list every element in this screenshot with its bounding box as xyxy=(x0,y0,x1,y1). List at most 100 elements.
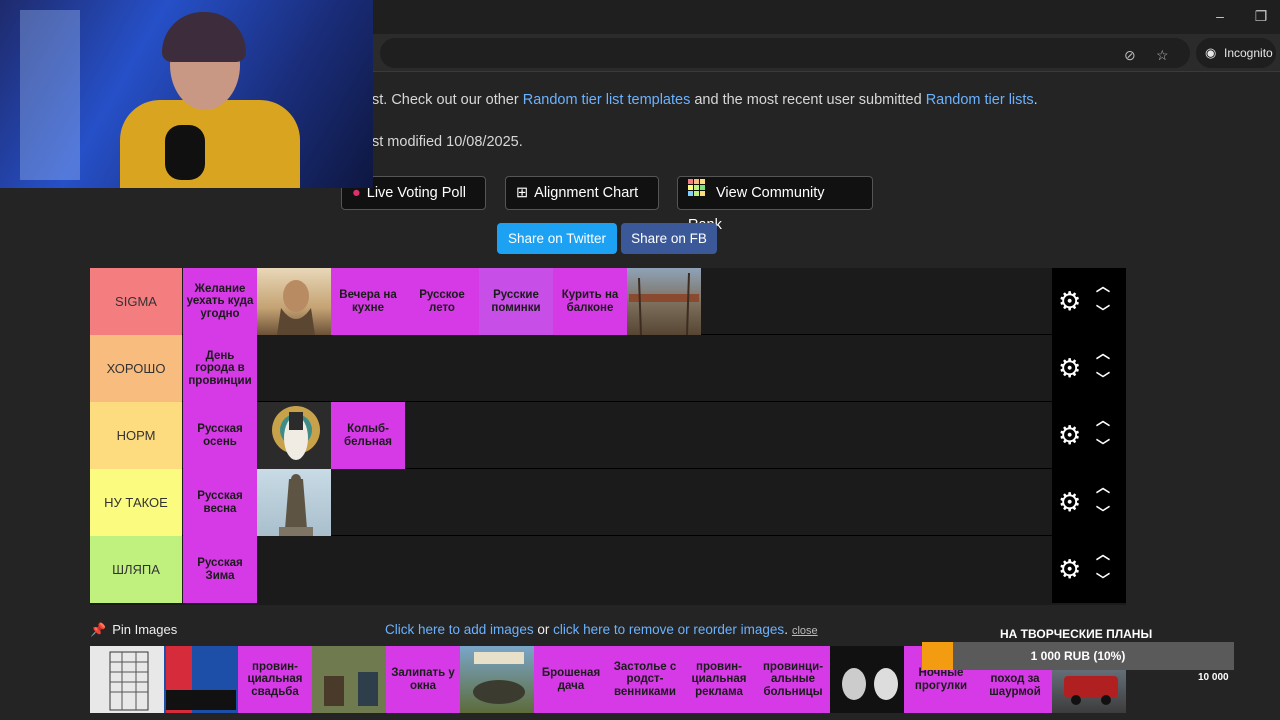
cam-light xyxy=(20,10,80,180)
gear-icon[interactable]: ⚙ xyxy=(1058,556,1084,582)
tier-row-nu-takoe: НУ ТАКОЕ Русская весна ⚙ ︿ ﹀ xyxy=(90,469,1126,536)
tier-item[interactable]: Русские поминки xyxy=(479,268,553,335)
tier-controls: ⚙ ︿ ﹀ xyxy=(1052,402,1126,469)
tier-items: Русская осень Колыб-бельная xyxy=(183,402,405,469)
screen: – ❐ ⊘ ☆ ◉ Incognito st. Check out our ot… xyxy=(0,0,1280,720)
tier-item[interactable]: Вечера на кухне xyxy=(331,268,405,335)
pin-images-toggle[interactable]: 📌 Pin Images xyxy=(90,622,177,638)
tier-list: SIGMA Желание уехать куда угодно Вечера … xyxy=(90,268,1126,605)
donation-amount: 1 000 RUB (10%) xyxy=(1030,649,1126,663)
tier-row-horosho: ХОРОШО День города в провинции ⚙ ︿ ﹀ xyxy=(90,335,1126,402)
tier-label[interactable]: НУ ТАКОЕ xyxy=(90,469,182,536)
webcam-overlay xyxy=(0,0,373,188)
button-label: Live Voting Poll xyxy=(366,185,466,201)
tier-row-sigma: SIGMA Желание уехать куда угодно Вечера … xyxy=(90,268,1126,335)
tier-label[interactable]: ШЛЯПА xyxy=(90,536,182,603)
gear-icon[interactable]: ⚙ xyxy=(1058,355,1084,381)
tier-item[interactable]: Желание уехать куда угодно xyxy=(183,268,257,335)
tier-label[interactable]: НОРМ xyxy=(90,402,182,469)
gear-icon[interactable]: ⚙ xyxy=(1058,422,1084,448)
tier-row-norm: НОРМ Русская осень Колыб-бельная ⚙ ︿ ﹀ xyxy=(90,402,1126,469)
tier-item[interactable]: Русская Зима xyxy=(183,536,257,603)
tier-item[interactable]: Колыб-бельная xyxy=(331,402,405,469)
cam-hair xyxy=(162,12,246,62)
chevron-down-icon[interactable]: ﹀ xyxy=(1096,436,1110,456)
pool-item[interactable]: Залипать у окна xyxy=(386,646,460,713)
close-link[interactable]: close xyxy=(792,625,818,637)
alignment-chart-button[interactable]: ⊞ Alignment Chart xyxy=(505,176,659,210)
incognito-badge[interactable]: ◉ Incognito xyxy=(1196,38,1276,68)
portrait-image[interactable] xyxy=(257,268,331,335)
chevron-down-icon[interactable]: ﹀ xyxy=(1096,503,1110,523)
tier-controls: ⚙ ︿ ﹀ xyxy=(1052,268,1126,335)
share-twitter-button[interactable]: Share on Twitter xyxy=(497,223,617,254)
chevron-down-icon[interactable]: ﹀ xyxy=(1096,302,1110,322)
tier-item[interactable]: Русская весна xyxy=(183,469,257,536)
add-images-link[interactable]: Click here to add images xyxy=(385,622,534,637)
tier-items: Желание уехать куда угодно Вечера на кух… xyxy=(183,268,701,335)
chevron-up-icon[interactable]: ︿ xyxy=(1096,477,1110,497)
tier-items: Русская Зима xyxy=(183,536,257,603)
remove-reorder-link[interactable]: click here to remove or reorder images xyxy=(553,622,784,637)
tier-label[interactable]: ХОРОШО xyxy=(90,335,182,402)
cam-shirt xyxy=(120,100,300,188)
donation-goal: 10 000 xyxy=(1198,672,1229,683)
period-text: . xyxy=(784,622,788,637)
pool-item[interactable]: Брошеная дача xyxy=(534,646,608,713)
pool-item[interactable]: провин-циальная свадьба xyxy=(238,646,312,713)
tier-controls: ⚙ ︿ ﹀ xyxy=(1052,536,1126,603)
chevron-up-icon[interactable]: ︿ xyxy=(1096,276,1110,296)
pool-item[interactable]: провинци-альные больницы xyxy=(756,646,830,713)
art-image[interactable] xyxy=(257,402,331,469)
templates-link[interactable]: Random tier list templates xyxy=(523,92,691,108)
rank-grid-icon xyxy=(688,177,710,209)
or-text: or xyxy=(533,622,554,637)
landscape-image[interactable] xyxy=(627,268,701,335)
pool-item[interactable]: Застолье с родст-венниками xyxy=(608,646,682,713)
donation-progress-bar: 1 000 RUB (10%) xyxy=(922,642,1234,670)
incognito-label: Incognito xyxy=(1224,46,1273,60)
chevron-down-icon[interactable]: ﹀ xyxy=(1096,369,1110,389)
pool-image-building[interactable] xyxy=(90,646,164,713)
pool-item[interactable]: провин-циальная реклама xyxy=(682,646,756,713)
pool-image-dorm[interactable] xyxy=(164,646,238,713)
pool-image-poster[interactable] xyxy=(460,646,534,713)
description-line-2: st modified 10/08/2025. xyxy=(372,134,523,150)
desc-text: and the most recent user submitted xyxy=(690,92,926,108)
chevron-down-icon[interactable]: ﹀ xyxy=(1096,570,1110,590)
chevron-up-icon[interactable]: ︿ xyxy=(1096,410,1110,430)
tier-label[interactable]: SIGMA xyxy=(90,268,182,335)
tier-controls: ⚙ ︿ ﹀ xyxy=(1052,469,1126,536)
restore-icon[interactable]: ❐ xyxy=(1251,8,1271,26)
bookmark-star-icon[interactable]: ☆ xyxy=(1156,47,1169,64)
tier-items: Русская весна xyxy=(183,469,331,536)
chevron-up-icon[interactable]: ︿ xyxy=(1096,343,1110,363)
donation-title: НА ТВОРЧЕСКИЕ ПЛАНЫ xyxy=(1000,627,1153,641)
description-line-1: st. Check out our other Random tier list… xyxy=(372,92,1038,108)
view-community-rank-button[interactable]: View Community Rank xyxy=(677,176,873,233)
image-actions: Click here to add images or click here t… xyxy=(385,622,818,637)
tier-item[interactable]: Русское лето xyxy=(405,268,479,335)
address-bar[interactable]: ⊘ ☆ xyxy=(380,38,1190,68)
tier-controls: ⚙ ︿ ﹀ xyxy=(1052,335,1126,402)
microphone-icon xyxy=(165,125,205,180)
tier-item[interactable]: День города в провинции xyxy=(183,335,257,402)
gear-icon[interactable]: ⚙ xyxy=(1058,288,1084,314)
grid-icon: ⊞ xyxy=(516,185,529,202)
tier-item[interactable]: Русская осень xyxy=(183,402,257,469)
user-lists-link[interactable]: Random tier lists xyxy=(926,92,1034,108)
minimize-icon[interactable]: – xyxy=(1210,8,1230,26)
share-fb-button[interactable]: Share on FB xyxy=(621,223,717,254)
pin-label: Pin Images xyxy=(112,622,178,637)
pool-image-faces[interactable] xyxy=(830,646,904,713)
tier-items: День города в провинции xyxy=(183,335,257,402)
pool-image-room[interactable] xyxy=(312,646,386,713)
gear-icon[interactable]: ⚙ xyxy=(1058,489,1084,515)
statue-image[interactable] xyxy=(257,469,331,536)
incognito-icon: ◉ xyxy=(1205,45,1217,60)
chevron-up-icon[interactable]: ︿ xyxy=(1096,544,1110,564)
pin-icon: 📌 xyxy=(90,622,107,637)
donation-widget: НА ТВОРЧЕСКИЕ ПЛАНЫ 1 000 RUB (10%) 10 0… xyxy=(920,624,1240,720)
eye-off-icon[interactable]: ⊘ xyxy=(1124,47,1136,64)
tier-item[interactable]: Курить на балконе xyxy=(553,268,627,335)
